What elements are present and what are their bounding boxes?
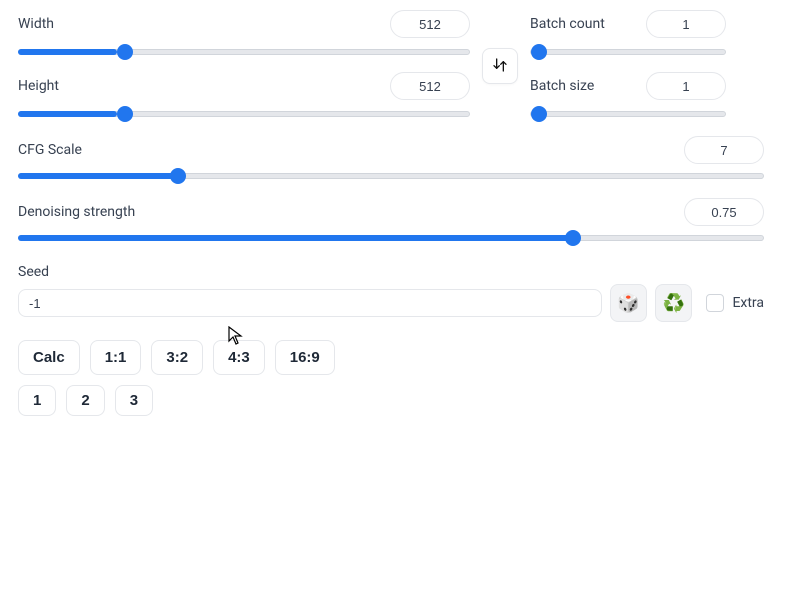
denoise-input[interactable]: [684, 198, 764, 226]
batch-size-slider[interactable]: [530, 111, 726, 117]
calc-button[interactable]: Calc: [18, 340, 80, 375]
batch-count-slider[interactable]: [530, 49, 726, 55]
batch-count-label: Batch count: [530, 16, 605, 32]
batch-count-input[interactable]: [646, 10, 726, 38]
ratio-button-row: Calc 1:1 3:2 4:3 16:9: [18, 340, 770, 375]
ratio-3-2-button[interactable]: 3:2: [151, 340, 203, 375]
preset-2-button[interactable]: 2: [66, 385, 104, 416]
preset-button-row: 1 2 3: [18, 385, 770, 416]
cfg-scale-slider[interactable]: [18, 173, 764, 179]
dice-icon: 🎲: [617, 293, 639, 314]
denoise-slider[interactable]: [18, 235, 764, 241]
swap-icon: [492, 57, 508, 76]
ratio-16-9-button[interactable]: 16:9: [275, 340, 335, 375]
extra-checkbox[interactable]: [706, 294, 724, 312]
width-slider[interactable]: [18, 49, 470, 55]
height-slider[interactable]: [18, 111, 470, 117]
denoise-label: Denoising strength: [18, 204, 135, 220]
extra-label: Extra: [732, 295, 764, 311]
width-input[interactable]: [390, 10, 470, 38]
cfg-scale-input[interactable]: [684, 136, 764, 164]
preset-1-button[interactable]: 1: [18, 385, 56, 416]
ratio-1-1-button[interactable]: 1:1: [90, 340, 142, 375]
batch-size-input[interactable]: [646, 72, 726, 100]
width-label: Width: [18, 16, 54, 32]
batch-size-label: Batch size: [530, 78, 594, 94]
cfg-scale-label: CFG Scale: [18, 142, 82, 158]
height-input[interactable]: [390, 72, 470, 100]
recycle-icon: ♻️: [663, 293, 685, 314]
seed-label: Seed: [18, 264, 49, 280]
seed-random-button[interactable]: 🎲: [610, 284, 647, 322]
swap-dimensions-button[interactable]: [482, 48, 518, 84]
seed-input[interactable]: [18, 289, 602, 317]
height-label: Height: [18, 78, 59, 94]
ratio-4-3-button[interactable]: 4:3: [213, 340, 265, 375]
seed-reuse-button[interactable]: ♻️: [655, 284, 692, 322]
preset-3-button[interactable]: 3: [115, 385, 153, 416]
